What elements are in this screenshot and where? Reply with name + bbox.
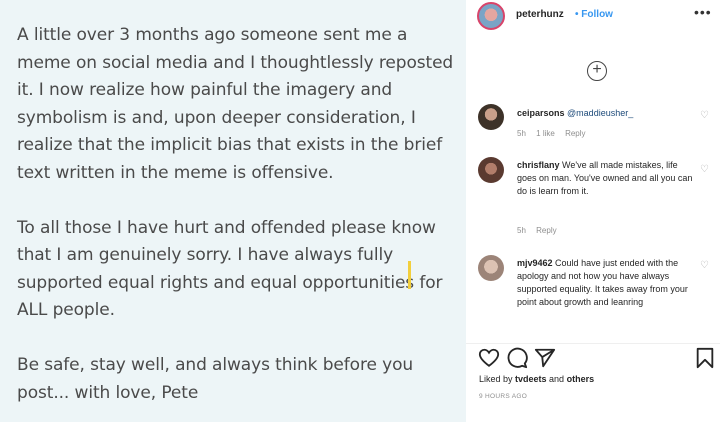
post-paragraph-1: A little over 3 months ago someone sent … — [17, 25, 454, 183]
comment-meta: 5h Reply — [517, 226, 565, 235]
ellipsis-icon[interactable]: ••• — [694, 4, 712, 20]
post-text: A little over 3 months ago someone sent … — [17, 22, 457, 422]
comment-username[interactable]: mjv9462 — [517, 258, 553, 268]
post-paragraph-3: Be safe, stay well, and always think bef… — [17, 355, 414, 403]
text-cursor — [408, 261, 411, 289]
liked-by-prefix: Liked by — [479, 374, 516, 384]
post-timestamp: 9 HOURS AGO — [479, 393, 528, 400]
post-image[interactable]: A little over 3 months ago someone sent … — [0, 0, 466, 422]
comment-username[interactable]: ceiparsons — [517, 108, 565, 118]
commenter-avatar[interactable] — [478, 255, 504, 281]
comment-time: 5h — [517, 129, 526, 138]
post-side-panel: peterhunz • Follow ••• + ceiparsons @mad… — [466, 0, 720, 422]
comment-text: chrisflany We've all made mistakes, life… — [517, 159, 697, 198]
commenter-avatar[interactable] — [478, 157, 504, 183]
liked-by-user[interactable]: tvdeets — [515, 374, 547, 384]
comment-time: 5h — [517, 226, 526, 235]
comment-mention[interactable]: @maddieusher_ — [567, 108, 633, 118]
username[interactable]: peterhunz — [516, 9, 564, 20]
liked-by-and: and — [546, 374, 567, 384]
comment-username[interactable]: chrisflany — [517, 160, 560, 170]
post-paragraph-2: To all those I have hurt and offended pl… — [17, 217, 443, 321]
action-bar — [478, 347, 718, 369]
reply-button[interactable]: Reply — [536, 226, 556, 235]
liked-by-others[interactable]: others — [567, 374, 595, 384]
avatar[interactable] — [477, 2, 505, 30]
heart-icon[interactable]: ♡ — [700, 164, 709, 175]
follow-button[interactable]: • Follow — [575, 9, 613, 20]
comment-meta: 5h 1 like Reply — [517, 129, 594, 138]
divider — [466, 343, 720, 344]
bookmark-icon[interactable] — [694, 347, 716, 369]
reply-button[interactable]: Reply — [565, 129, 585, 138]
comment-likes[interactable]: 1 like — [536, 129, 555, 138]
heart-icon[interactable] — [478, 347, 500, 369]
liked-by: Liked by tvdeets and others — [479, 374, 594, 384]
comment-text: mjv9462 Could have just ended with the a… — [517, 257, 697, 309]
heart-icon[interactable]: ♡ — [700, 110, 709, 121]
share-icon[interactable] — [534, 347, 556, 369]
heart-icon[interactable]: ♡ — [700, 260, 709, 271]
follow-label: Follow — [581, 9, 613, 20]
comment-icon[interactable] — [506, 347, 528, 369]
separator: • — [575, 9, 579, 20]
commenter-avatar[interactable] — [478, 104, 504, 130]
plus-circle-icon[interactable]: + — [587, 61, 607, 81]
comment-text: ceiparsons @maddieusher_ — [517, 107, 697, 120]
post-header: peterhunz • Follow ••• — [466, 0, 720, 38]
